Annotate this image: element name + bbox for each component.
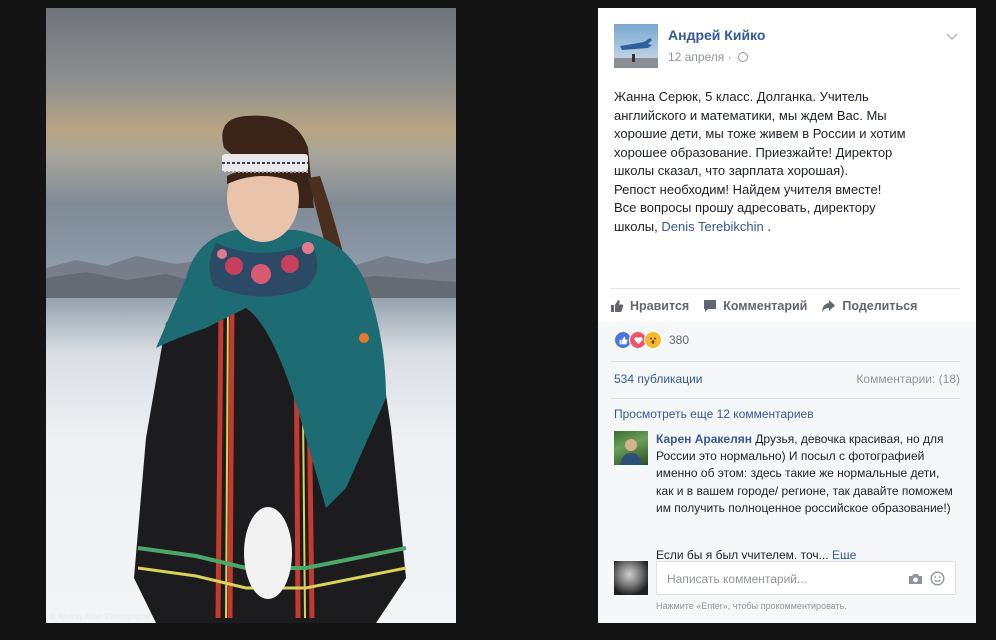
divider xyxy=(610,398,960,399)
post-text-line: Все вопросы прошу адресовать, директору xyxy=(614,200,876,215)
comment-input[interactable]: Написать комментарий... xyxy=(656,561,956,595)
airplane-photo-icon xyxy=(614,38,658,68)
post-date[interactable]: 12 апреля xyxy=(668,50,724,64)
view-more-comments-link[interactable]: Просмотреть еще 12 комментариев xyxy=(614,407,814,421)
chevron-down-icon[interactable] xyxy=(946,30,958,44)
comments-count-link[interactable]: Комментарии: (18) xyxy=(856,372,960,386)
post-text: Жанна Серюк, 5 класс. Долганка. Учитель … xyxy=(614,88,964,236)
smiley-icon[interactable] xyxy=(930,571,945,591)
post-text-line: Репост необходим! Найдем учителя вместе! xyxy=(614,181,882,197)
like-button[interactable]: Нравится xyxy=(610,299,689,313)
comment-label: Комментарий xyxy=(723,299,808,313)
shares-link[interactable]: 534 публикации xyxy=(614,372,703,386)
like-label: Нравится xyxy=(630,299,690,313)
post-text-line: английского и математики, мы ждем Вас. М… xyxy=(614,107,887,123)
post-text-line: школы сказал, что зарплата хорошая). xyxy=(614,163,849,178)
globe-icon xyxy=(738,52,748,62)
comment-button[interactable]: Комментарий xyxy=(703,299,807,313)
current-user-avatar xyxy=(614,561,648,595)
post-card: Андрей Кийко 12 апреля · Жанна Серюк, 5 … xyxy=(598,8,976,623)
author-name[interactable]: Андрей Кийко xyxy=(668,27,765,43)
camera-icon[interactable] xyxy=(908,572,923,590)
post-actions: Нравится Комментарий Поделиться xyxy=(610,288,960,324)
post-text-line: школы, xyxy=(614,218,662,234)
enter-hint: Нажмите «Enter», чтобы прокомментировать… xyxy=(656,601,847,611)
comment-text: Карен Аракелян Друзья, девочка красивая,… xyxy=(656,431,956,517)
girl-figure xyxy=(134,115,407,623)
comment-input-placeholder: Написать комментарий... xyxy=(667,572,808,586)
reactions-count: 380 xyxy=(669,333,690,347)
divider xyxy=(610,361,960,362)
post-meta: 12 апреля · xyxy=(668,50,748,64)
post-text-line: хорошее образование. Приезжайте! Директо… xyxy=(614,144,893,160)
thumbs-up-icon xyxy=(610,299,624,313)
comment-truncated: Если бы я был учителем, точ... Еще xyxy=(656,547,856,559)
post-text-line-last: школы, Denis Terebikchin . xyxy=(614,218,964,237)
post-header: Андрей Кийко 12 апреля · xyxy=(614,24,964,70)
commenter-name[interactable]: Карен Аракелян xyxy=(656,432,752,446)
share-arrow-icon xyxy=(821,299,836,313)
wow-reaction-icon xyxy=(644,331,662,349)
mention-suffix: . xyxy=(763,218,771,234)
author-avatar[interactable] xyxy=(614,24,658,68)
comment-truncated-text: Если бы я был учителем, точ... xyxy=(656,548,829,559)
comment-icon xyxy=(703,299,717,313)
photo-watermark: © Andrey Kiiko Photography xyxy=(50,612,151,621)
see-more-link[interactable]: Еще xyxy=(832,548,856,559)
post-text-line: хорошие дети, мы тоже живем в России и х… xyxy=(614,126,906,141)
date-separator: · xyxy=(727,50,732,64)
share-label: Поделиться xyxy=(842,299,918,313)
post-text-line: Жанна Серюк, 5 класс. Долганка. Учитель xyxy=(614,89,869,104)
reactions-summary[interactable]: 380 xyxy=(614,331,689,349)
share-button[interactable]: Поделиться xyxy=(821,299,917,313)
mention-link[interactable]: Denis Terebikchin xyxy=(661,219,763,234)
post-photo[interactable]: © Andrey Kiiko Photography xyxy=(46,8,456,623)
commenter-avatar[interactable] xyxy=(614,431,648,465)
